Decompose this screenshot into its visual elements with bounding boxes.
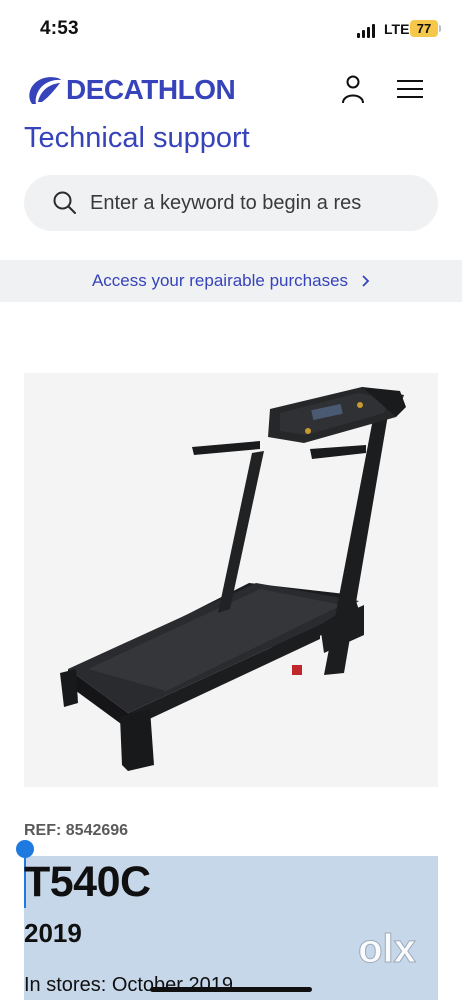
product-model: T540C [24, 858, 151, 906]
search-bar[interactable] [24, 175, 438, 231]
repairable-purchases-link[interactable]: Access your repairable purchases [0, 260, 462, 302]
site-header: DECATHLON [0, 62, 462, 118]
product-image [24, 373, 438, 787]
product-year: 2019 [24, 918, 82, 948]
brand-name: DECATHLON [66, 74, 236, 105]
treadmill-image [60, 387, 406, 771]
chevron-right-icon [362, 275, 370, 287]
search-icon[interactable] [52, 190, 78, 216]
decathlon-logo-mark [29, 77, 61, 104]
product-ref: REF: 8542696 [24, 822, 129, 839]
signal-icon [357, 24, 377, 38]
repairable-purchases-label: Access your repairable purchases [91, 271, 349, 290]
status-bar: 4:53 LTE 77 [0, 0, 462, 58]
status-time: 4:53 [40, 18, 79, 39]
search-input[interactable] [90, 175, 364, 231]
decathlon-logo[interactable]: DECATHLON [24, 72, 236, 108]
battery-icon: 77 [410, 20, 438, 37]
olx-watermark-text: olx [358, 927, 416, 971]
battery-tip [439, 25, 441, 32]
in-stores-date: In stores: October 2019 [24, 974, 234, 996]
selection-handle[interactable] [16, 840, 34, 858]
user-icon[interactable] [340, 74, 366, 104]
home-indicator[interactable] [150, 987, 312, 992]
network-label: LTE [384, 21, 410, 37]
olx-watermark: olx [358, 927, 417, 972]
page-title: Technical support [24, 122, 250, 154]
hamburger-icon[interactable] [396, 78, 424, 100]
